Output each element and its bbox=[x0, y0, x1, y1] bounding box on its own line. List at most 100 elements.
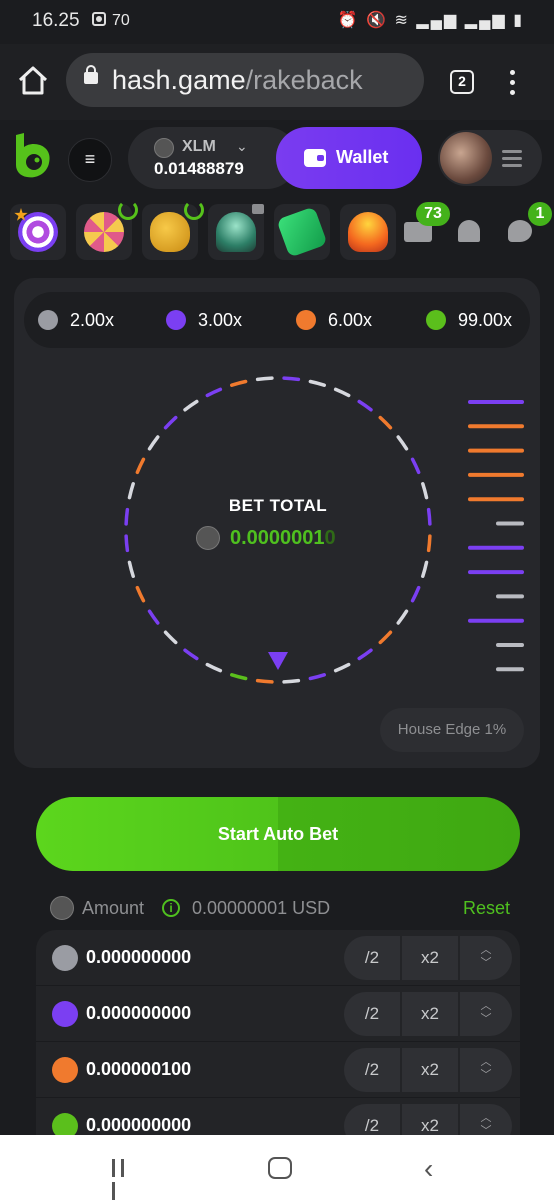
house-edge-badge: House Edge 1% bbox=[380, 708, 524, 752]
wheel-segment bbox=[230, 673, 248, 681]
tabs-button[interactable]: 2 bbox=[450, 70, 474, 94]
avatar[interactable] bbox=[440, 132, 492, 184]
multiplier-gray: 2.00x bbox=[38, 310, 114, 331]
wheel-segment bbox=[410, 457, 421, 475]
wheel-pointer-icon bbox=[268, 652, 288, 670]
wheel-segment bbox=[396, 435, 409, 451]
bet-total-title: BET TOTAL bbox=[228, 496, 328, 515]
half-button[interactable]: /2 bbox=[344, 936, 400, 980]
bet-controls: /2 x2 ︿ ﹀ bbox=[344, 1104, 512, 1135]
home-nav-icon[interactable] bbox=[268, 1157, 292, 1179]
wallet-button[interactable]: Wallet bbox=[276, 127, 422, 189]
history-item bbox=[468, 424, 524, 429]
wheel-segment bbox=[183, 399, 199, 412]
bet-controls: /2 x2 ︿ ﹀ bbox=[344, 992, 512, 1036]
game-tile-coins[interactable] bbox=[340, 204, 396, 260]
wheel-segment bbox=[357, 399, 373, 412]
wheel-segment bbox=[147, 609, 160, 625]
wheel-segment bbox=[255, 376, 274, 382]
wheel-segment bbox=[255, 678, 274, 684]
bell-icon[interactable] bbox=[458, 220, 480, 242]
stepper-arrows-icon[interactable]: ︿ ﹀ bbox=[474, 1056, 498, 1082]
game-tile-piggy[interactable] bbox=[142, 200, 204, 260]
double-button[interactable]: x2 bbox=[402, 1048, 458, 1092]
lock-icon bbox=[252, 204, 264, 214]
bet-row-green: 0.000000000 /2 x2 ︿ ﹀ bbox=[36, 1098, 520, 1135]
wheel-segment bbox=[421, 482, 429, 500]
stepper-arrows-icon[interactable]: ︿ ﹀ bbox=[474, 944, 498, 970]
more-menu-icon[interactable] bbox=[510, 70, 518, 96]
color-dot bbox=[426, 310, 446, 330]
bc-logo[interactable] bbox=[14, 133, 52, 179]
half-button[interactable]: /2 bbox=[344, 1048, 400, 1092]
bet-amount[interactable]: 0.000000000 bbox=[86, 1003, 191, 1024]
url-text: hash.game/rakeback bbox=[112, 65, 363, 95]
amount-usd: 0.00000001 USD bbox=[192, 898, 331, 918]
wallet-label: Wallet bbox=[336, 147, 389, 167]
wheel-segment bbox=[163, 415, 178, 430]
wheel-segment bbox=[357, 648, 373, 661]
stepper-arrows-icon[interactable]: ︿ ﹀ bbox=[474, 1000, 498, 1026]
history-item bbox=[496, 521, 524, 526]
amount-row: Amount i 0.00000001 USD Reset bbox=[50, 896, 510, 922]
half-button[interactable]: /2 bbox=[344, 992, 400, 1036]
start-auto-bet-button[interactable]: Start Auto Bet bbox=[36, 797, 520, 871]
bet-amount[interactable]: 0.000000000 bbox=[86, 1115, 191, 1135]
color-dot bbox=[52, 945, 78, 971]
info-icon[interactable]: i bbox=[162, 899, 180, 917]
balance-selector[interactable]: XLM ⌄ 0.01488879 bbox=[128, 127, 298, 189]
color-dot bbox=[52, 1057, 78, 1083]
history-list bbox=[468, 400, 524, 672]
wheel-segment bbox=[183, 648, 199, 661]
wheel-segment bbox=[124, 534, 130, 553]
double-button[interactable]: x2 bbox=[402, 992, 458, 1036]
stepper-arrows-icon[interactable]: ︿ ﹀ bbox=[474, 1112, 498, 1135]
wheel-segment bbox=[282, 678, 301, 684]
wheel-segment bbox=[333, 387, 351, 398]
battery-icon: ▮ bbox=[513, 12, 524, 29]
bet-amount[interactable]: 0.000000000 bbox=[86, 947, 191, 968]
piggy-icon bbox=[150, 212, 190, 252]
profile-menu[interactable] bbox=[438, 130, 542, 186]
bet-controls: /2 x2 ︿ ﹀ bbox=[344, 1048, 512, 1092]
game-tile-target[interactable] bbox=[10, 204, 66, 260]
color-dot bbox=[52, 1113, 78, 1135]
double-button[interactable]: x2 bbox=[402, 936, 458, 980]
wheel-segment bbox=[421, 560, 429, 578]
signal-icon: ▂▄▆ bbox=[416, 12, 459, 29]
history-item bbox=[468, 472, 524, 477]
reset-button[interactable]: Reset bbox=[463, 898, 510, 919]
wheel-segment bbox=[230, 379, 248, 387]
bet-amount[interactable]: 0.000000100 bbox=[86, 1059, 191, 1080]
wheel-icon bbox=[84, 212, 124, 252]
url-bar[interactable]: hash.game/rakeback bbox=[66, 53, 424, 107]
wheel-segment bbox=[135, 457, 146, 475]
wheel-segment bbox=[205, 387, 223, 398]
refresh-icon bbox=[184, 200, 204, 220]
history-item bbox=[496, 667, 524, 672]
wheel-segment bbox=[282, 376, 301, 382]
bet-row-gray: 0.000000000 /2 x2 ︿ ﹀ bbox=[36, 930, 520, 986]
alarm-icon: ⏰ bbox=[337, 12, 360, 29]
color-dot bbox=[166, 310, 186, 330]
wallet-icon bbox=[304, 149, 326, 167]
chat-icon[interactable] bbox=[508, 220, 532, 242]
home-icon[interactable] bbox=[16, 64, 50, 98]
wheel-segment bbox=[308, 379, 326, 387]
wheel-segment bbox=[147, 435, 160, 451]
half-button[interactable]: /2 bbox=[344, 1104, 400, 1135]
lock-icon bbox=[84, 65, 98, 84]
color-dot bbox=[52, 1001, 78, 1027]
game-tile-wheel[interactable] bbox=[76, 200, 138, 260]
menu-button[interactable]: ≡ bbox=[68, 138, 112, 182]
back-icon[interactable]: ‹ bbox=[424, 1153, 433, 1185]
game-tile-rocket[interactable] bbox=[208, 204, 264, 260]
game-tile-cash[interactable] bbox=[274, 204, 330, 260]
balance-value: 0.01488879 bbox=[154, 159, 244, 178]
xlm-coin-icon bbox=[154, 138, 174, 158]
recent-apps-icon[interactable] bbox=[112, 1159, 138, 1200]
double-button[interactable]: x2 bbox=[402, 1104, 458, 1135]
currency-label: XLM bbox=[182, 138, 216, 155]
status-bar: 16.25 70 ⏰ 🔇 ≋ ▂▄▆ ▂▄▆ ▮ bbox=[0, 0, 554, 44]
refresh-icon bbox=[118, 200, 138, 220]
